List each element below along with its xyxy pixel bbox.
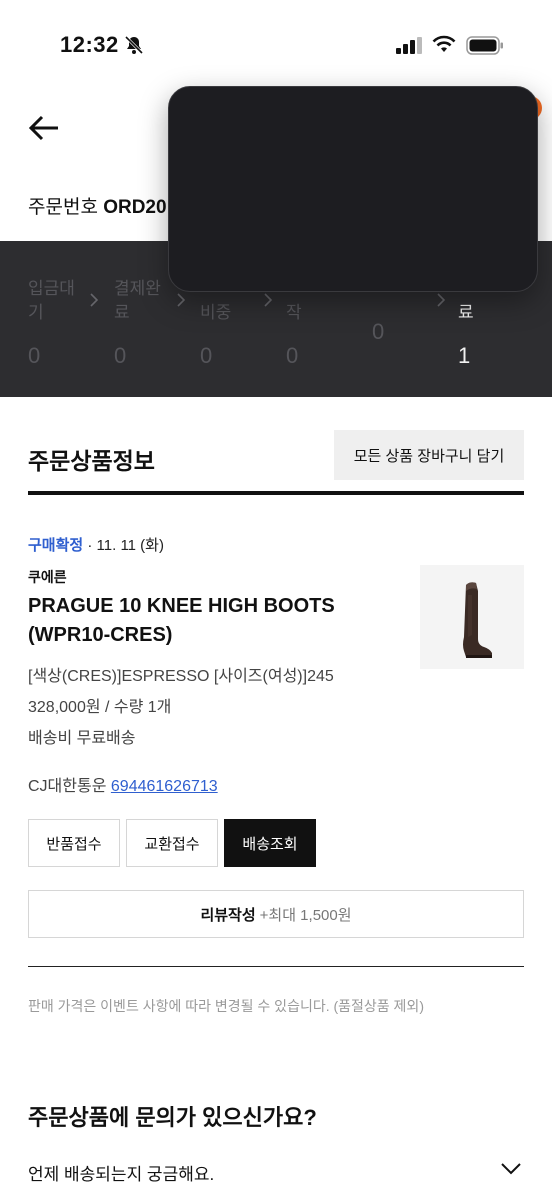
order-items-section-header: 주문상품정보 모든 상품 장바구니 담기 [28, 430, 524, 482]
courier-name: CJ대한통운 [28, 778, 107, 795]
status-date: · 11. 11 (화) [83, 537, 164, 554]
divider [28, 966, 524, 967]
chevron-down-icon [501, 1163, 521, 1175]
product-option: [색상(CRES)]ESPRESSO [사이즈(여성)]245 [28, 668, 334, 685]
faq-question: 언제 배송되는지 궁금해요. [28, 1165, 215, 1184]
track-delivery-button[interactable]: 배송조회 [224, 819, 316, 867]
back-button[interactable] [24, 110, 64, 146]
chevron-right-icon [90, 293, 99, 307]
wifi-icon [432, 35, 456, 52]
add-all-to-cart-button[interactable]: 모든 상품 장바구니 담기 [334, 430, 524, 480]
chevron-right-icon [264, 293, 273, 307]
chevron-right-icon [177, 293, 186, 307]
battery-icon [466, 36, 503, 55]
return-request-button[interactable]: 반품접수 [28, 819, 120, 867]
shipping-fee: 배송비 무료배송 [28, 730, 136, 747]
review-reward: +최대 1,500원 [259, 906, 352, 924]
product-price: 328,000원 / 수량 1개 [28, 699, 172, 716]
price-notice: 판매 가격은 이벤트 사항에 따라 변경될 수 있습니다. (품절상품 제외) [28, 998, 424, 1014]
item-status-line: 구매확정 · 11. 11 (화) [28, 534, 164, 555]
back-arrow-icon [28, 115, 58, 141]
order-number-value: ORD20 [103, 197, 167, 218]
order-number-label: 주문번호 [28, 197, 98, 218]
section-title: 주문상품정보 [28, 448, 155, 474]
chevron-right-icon [437, 293, 446, 307]
review-label: 리뷰작성 [200, 906, 256, 924]
purchase-confirmed-badge: 구매확정 [28, 537, 84, 554]
order-number: 주문번호 ORD20 [28, 192, 167, 219]
signal-icon [396, 37, 422, 54]
product-image[interactable] [420, 565, 524, 669]
status-bar: 12:32 [0, 0, 552, 92]
overlay-card [168, 86, 538, 292]
bell-slash-icon [124, 35, 144, 55]
courier-info: CJ대한통운 694461626713 [28, 772, 218, 796]
boot-image [463, 582, 492, 658]
section-divider [28, 491, 524, 495]
exchange-request-button[interactable]: 교환접수 [126, 819, 218, 867]
tracking-number-link[interactable]: 694461626713 [111, 778, 218, 795]
product-name[interactable]: PRAGUE 10 KNEE HIGH BOOTS (WPR10-CRES) [28, 592, 398, 650]
faq-title: 주문상품에 문의가 있으신가요? [28, 1105, 317, 1130]
brand-name[interactable]: 쿠에른 [28, 567, 67, 587]
status-time: 12:32 [60, 32, 119, 57]
write-review-button[interactable]: 리뷰작성 +최대 1,500원 [28, 890, 524, 938]
faq-item[interactable]: 언제 배송되는지 궁금해요. [28, 1150, 524, 1190]
